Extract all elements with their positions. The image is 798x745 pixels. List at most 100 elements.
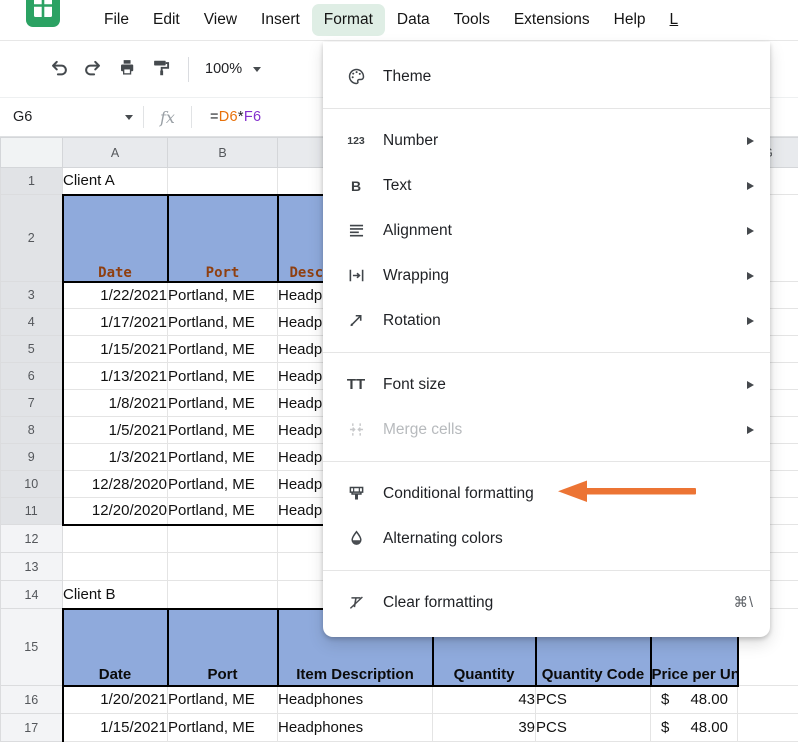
cell-a14[interactable]: Client B	[63, 581, 168, 609]
cell[interactable]: 1/17/2021	[63, 309, 168, 336]
menu-item-conditional-formatting[interactable]: Conditional formatting	[323, 471, 770, 516]
row-header[interactable]: 4	[1, 309, 63, 336]
menu-item-text[interactable]: B Text	[323, 163, 770, 208]
menu-item-merge-cells[interactable]: Merge cells	[323, 407, 770, 452]
menubar-item-view[interactable]: View	[192, 4, 249, 36]
row-header[interactable]: 14	[1, 581, 63, 609]
menubar-item-extensions[interactable]: Extensions	[502, 4, 602, 36]
row-header[interactable]: 3	[1, 282, 63, 309]
cell[interactable]: 1/5/2021	[63, 417, 168, 444]
clear-format-icon	[344, 593, 368, 612]
menu-item-alignment[interactable]: Alignment	[323, 208, 770, 253]
table1-header-date[interactable]: Date	[63, 195, 168, 282]
menu-divider	[323, 461, 770, 462]
cell[interactable]: Portland, ME	[168, 714, 278, 742]
cell[interactable]: Portland, ME	[168, 309, 278, 336]
bold-icon: B	[344, 178, 368, 194]
row-header[interactable]: 5	[1, 336, 63, 363]
menu-item-number[interactable]: 123 Number	[323, 118, 770, 163]
cell[interactable]	[63, 553, 168, 581]
cell[interactable]: 1/15/2021	[63, 714, 168, 742]
table1-header-port[interactable]: Port	[168, 195, 278, 282]
cell[interactable]	[168, 553, 278, 581]
print-button[interactable]	[110, 52, 144, 86]
row-header[interactable]: 11	[1, 498, 63, 525]
cell[interactable]: Headphones	[278, 686, 433, 714]
name-box[interactable]: G6	[0, 109, 133, 125]
price-value: 48.00	[690, 719, 728, 736]
column-header-b[interactable]: B	[168, 138, 278, 168]
divider	[191, 106, 192, 128]
menu-item-font-size[interactable]: TT Font size	[323, 362, 770, 407]
formula-input[interactable]: =D6*F6	[202, 109, 261, 125]
cell-a1[interactable]: Client A	[63, 168, 168, 195]
menu-item-wrapping[interactable]: Wrapping	[323, 253, 770, 298]
cell[interactable]: Portland, ME	[168, 686, 278, 714]
cell[interactable]: Portland, ME	[168, 417, 278, 444]
cell[interactable]: 43	[433, 686, 536, 714]
table2-header-port[interactable]: Port	[168, 609, 278, 686]
cell[interactable]: 1/22/2021	[63, 282, 168, 309]
undo-button[interactable]	[42, 52, 76, 86]
cell[interactable]: Portland, ME	[168, 498, 278, 525]
row-header[interactable]: 9	[1, 444, 63, 471]
menu-item-clear-formatting[interactable]: Clear formatting ⌘\	[323, 580, 770, 625]
menubar-item-data[interactable]: Data	[385, 4, 442, 36]
menubar-item-edit[interactable]: Edit	[141, 4, 192, 36]
cell[interactable]: Headphones	[278, 714, 433, 742]
cell[interactable]: $48.00	[651, 714, 738, 742]
cell[interactable]: 1/8/2021	[63, 390, 168, 417]
cell[interactable]: 1/3/2021	[63, 444, 168, 471]
cell[interactable]: 12/28/2020	[63, 471, 168, 498]
sheets-logo-icon[interactable]	[26, 0, 60, 35]
menu-item-label: Alignment	[383, 222, 452, 240]
row-header[interactable]: 12	[1, 525, 63, 553]
cell[interactable]	[168, 168, 278, 195]
menubar-item-tools[interactable]: Tools	[442, 4, 502, 36]
cell[interactable]: 1/13/2021	[63, 363, 168, 390]
cell[interactable]: Portland, ME	[168, 336, 278, 363]
row-header[interactable]: 6	[1, 363, 63, 390]
cell[interactable]	[168, 525, 278, 553]
cell[interactable]: Portland, ME	[168, 444, 278, 471]
menubar-item-file[interactable]: File	[92, 4, 141, 36]
cell[interactable]	[738, 686, 798, 714]
cell[interactable]: Portland, ME	[168, 390, 278, 417]
row-header[interactable]: 16	[1, 686, 63, 714]
row-header[interactable]: 2	[1, 195, 63, 282]
row-header[interactable]: 1	[1, 168, 63, 195]
cell[interactable]: PCS	[536, 714, 651, 742]
submenu-arrow-icon	[747, 182, 754, 190]
menubar-item-help[interactable]: Help	[602, 4, 658, 36]
table2-header-date[interactable]: Date	[63, 609, 168, 686]
row-header[interactable]: 8	[1, 417, 63, 444]
cell[interactable]	[738, 714, 798, 742]
cell[interactable]: 1/20/2021	[63, 686, 168, 714]
cell[interactable]: PCS	[536, 686, 651, 714]
menu-item-rotation[interactable]: Rotation	[323, 298, 770, 343]
zoom-control[interactable]: 100%	[199, 61, 267, 77]
cell[interactable]: Portland, ME	[168, 282, 278, 309]
menubar-item-insert[interactable]: Insert	[249, 4, 312, 36]
menubar-item-truncated[interactable]: L	[658, 4, 683, 36]
row-header[interactable]: 7	[1, 390, 63, 417]
redo-button[interactable]	[76, 52, 110, 86]
cell[interactable]	[63, 525, 168, 553]
menu-item-theme[interactable]: Theme	[323, 54, 770, 99]
row-header[interactable]: 17	[1, 714, 63, 742]
cell[interactable]	[168, 581, 278, 609]
menubar-item-format[interactable]: Format	[312, 4, 385, 36]
row-header[interactable]: 15	[1, 609, 63, 686]
column-header-a[interactable]: A	[63, 138, 168, 168]
select-all-corner[interactable]	[1, 138, 63, 168]
cell[interactable]: Portland, ME	[168, 363, 278, 390]
cell[interactable]: 39	[433, 714, 536, 742]
cell[interactable]: 12/20/2020	[63, 498, 168, 525]
menu-item-alternating-colors[interactable]: Alternating colors	[323, 516, 770, 561]
row-header[interactable]: 10	[1, 471, 63, 498]
cell[interactable]: Portland, ME	[168, 471, 278, 498]
paint-format-button[interactable]	[144, 52, 178, 86]
cell[interactable]: $48.00	[651, 686, 738, 714]
row-header[interactable]: 13	[1, 553, 63, 581]
cell[interactable]: 1/15/2021	[63, 336, 168, 363]
